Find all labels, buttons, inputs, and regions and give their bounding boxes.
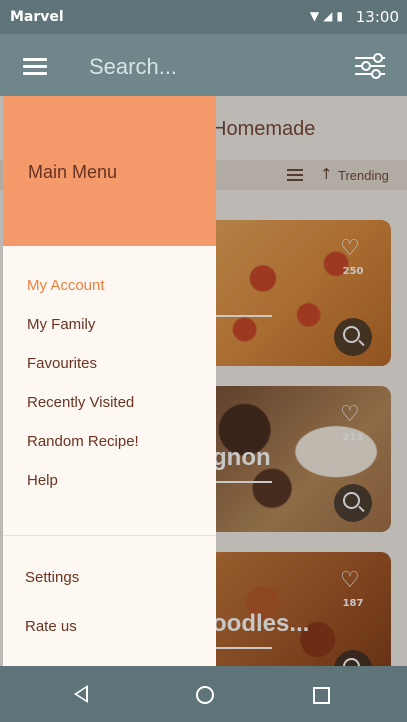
drawer-item-settings[interactable]: Settings	[25, 569, 79, 586]
drawer-item-my-account[interactable]: My Account	[27, 277, 105, 294]
wifi-icon: ▼	[309, 9, 324, 23]
drawer-item-favourites[interactable]: Favourites	[27, 355, 97, 372]
drawer-item-rate-us[interactable]: Rate us	[25, 618, 77, 635]
drawer-item-help[interactable]: Help	[27, 472, 58, 489]
drawer-header-title: Main Menu	[28, 162, 118, 182]
recents-icon[interactable]	[313, 687, 330, 704]
system-nav-bar	[0, 666, 407, 722]
clock: 13:00	[355, 8, 399, 26]
battery-icon: ▮	[336, 9, 347, 23]
status-icons: ▼◢▮	[310, 9, 347, 23]
carrier-label: Marvel	[10, 9, 64, 25]
home-icon[interactable]	[196, 686, 214, 704]
drawer-header: Main Menu	[3, 96, 216, 246]
navigation-drawer: Main Menu My Account My Family Favourite…	[3, 96, 216, 666]
drawer-item-random-recipe[interactable]: Random Recipe!	[27, 433, 139, 450]
status-bar: Marvel ▼◢▮ 13:00	[0, 0, 407, 34]
drawer-item-my-family[interactable]: My Family	[27, 316, 95, 333]
menu-icon[interactable]	[23, 58, 47, 76]
app-bar: Search...	[0, 34, 407, 96]
signal-icon: ◢	[323, 9, 337, 23]
search-input[interactable]: Search...	[89, 54, 177, 80]
back-icon-inner	[77, 688, 86, 700]
drawer-item-recently-visited[interactable]: Recently Visited	[27, 394, 134, 411]
filter-icon[interactable]	[355, 53, 385, 79]
drawer-divider	[3, 535, 216, 536]
